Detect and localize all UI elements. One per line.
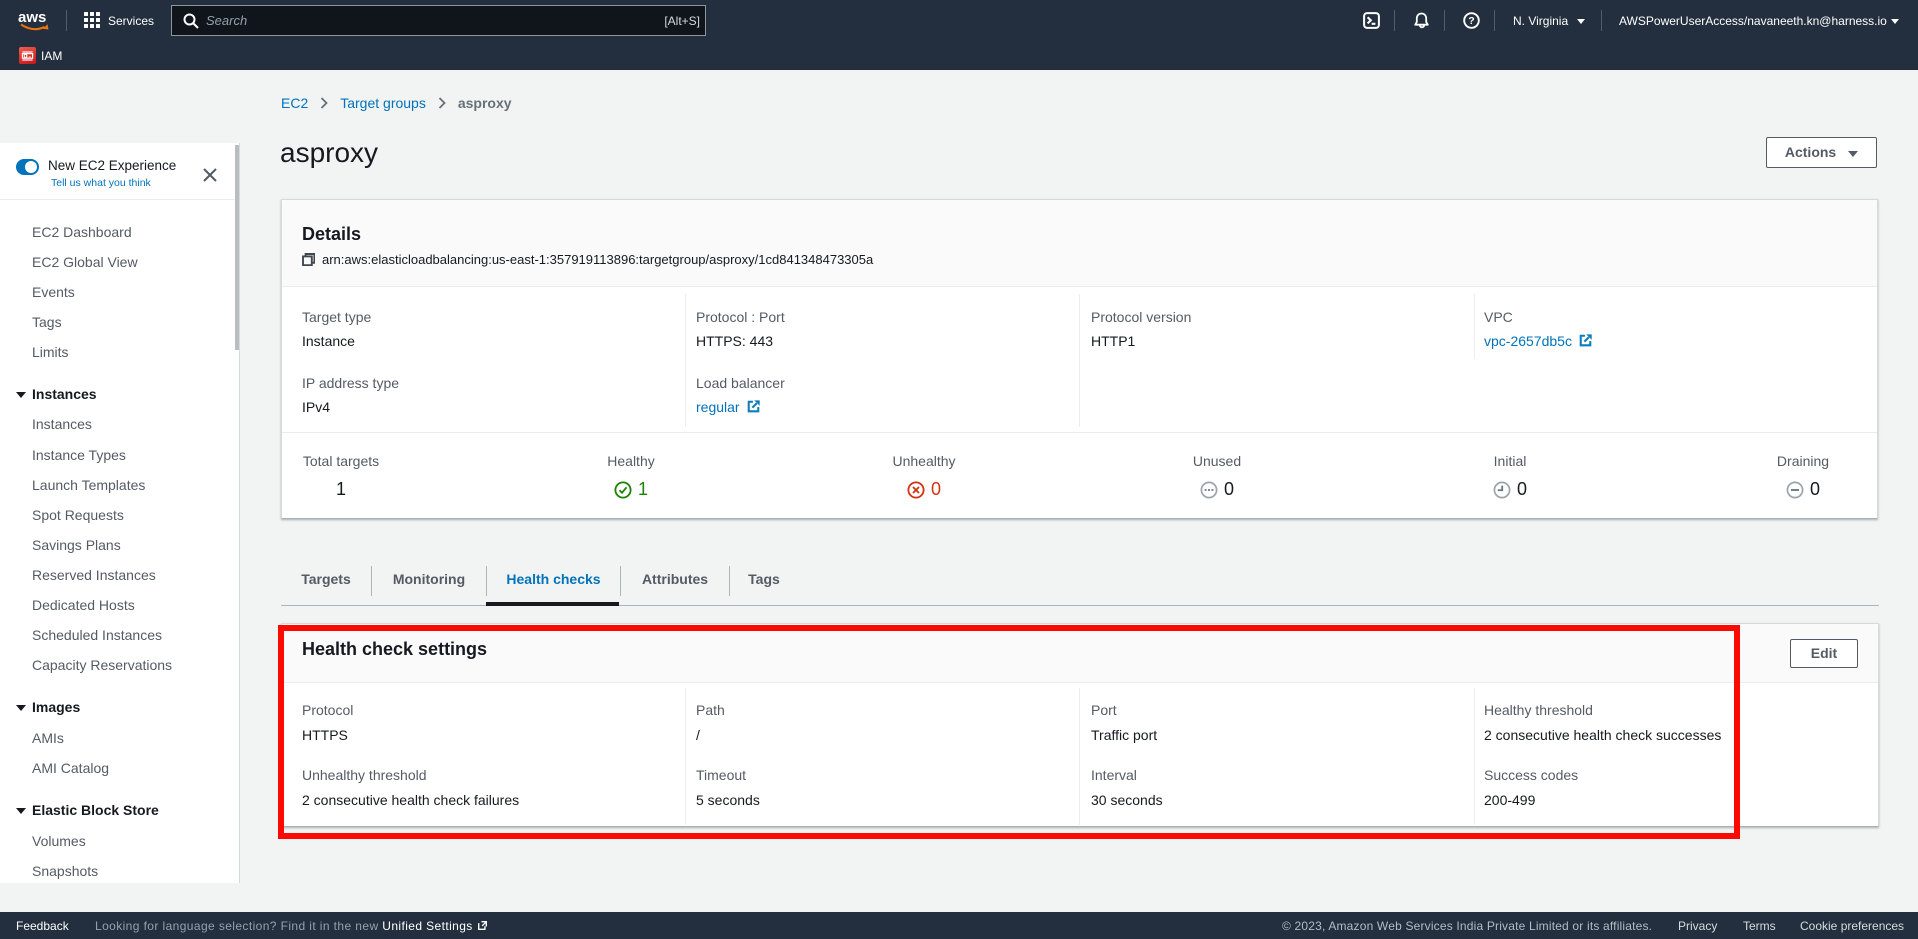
svg-text:?: ? xyxy=(1468,15,1474,27)
svg-text:aws: aws xyxy=(18,9,46,26)
